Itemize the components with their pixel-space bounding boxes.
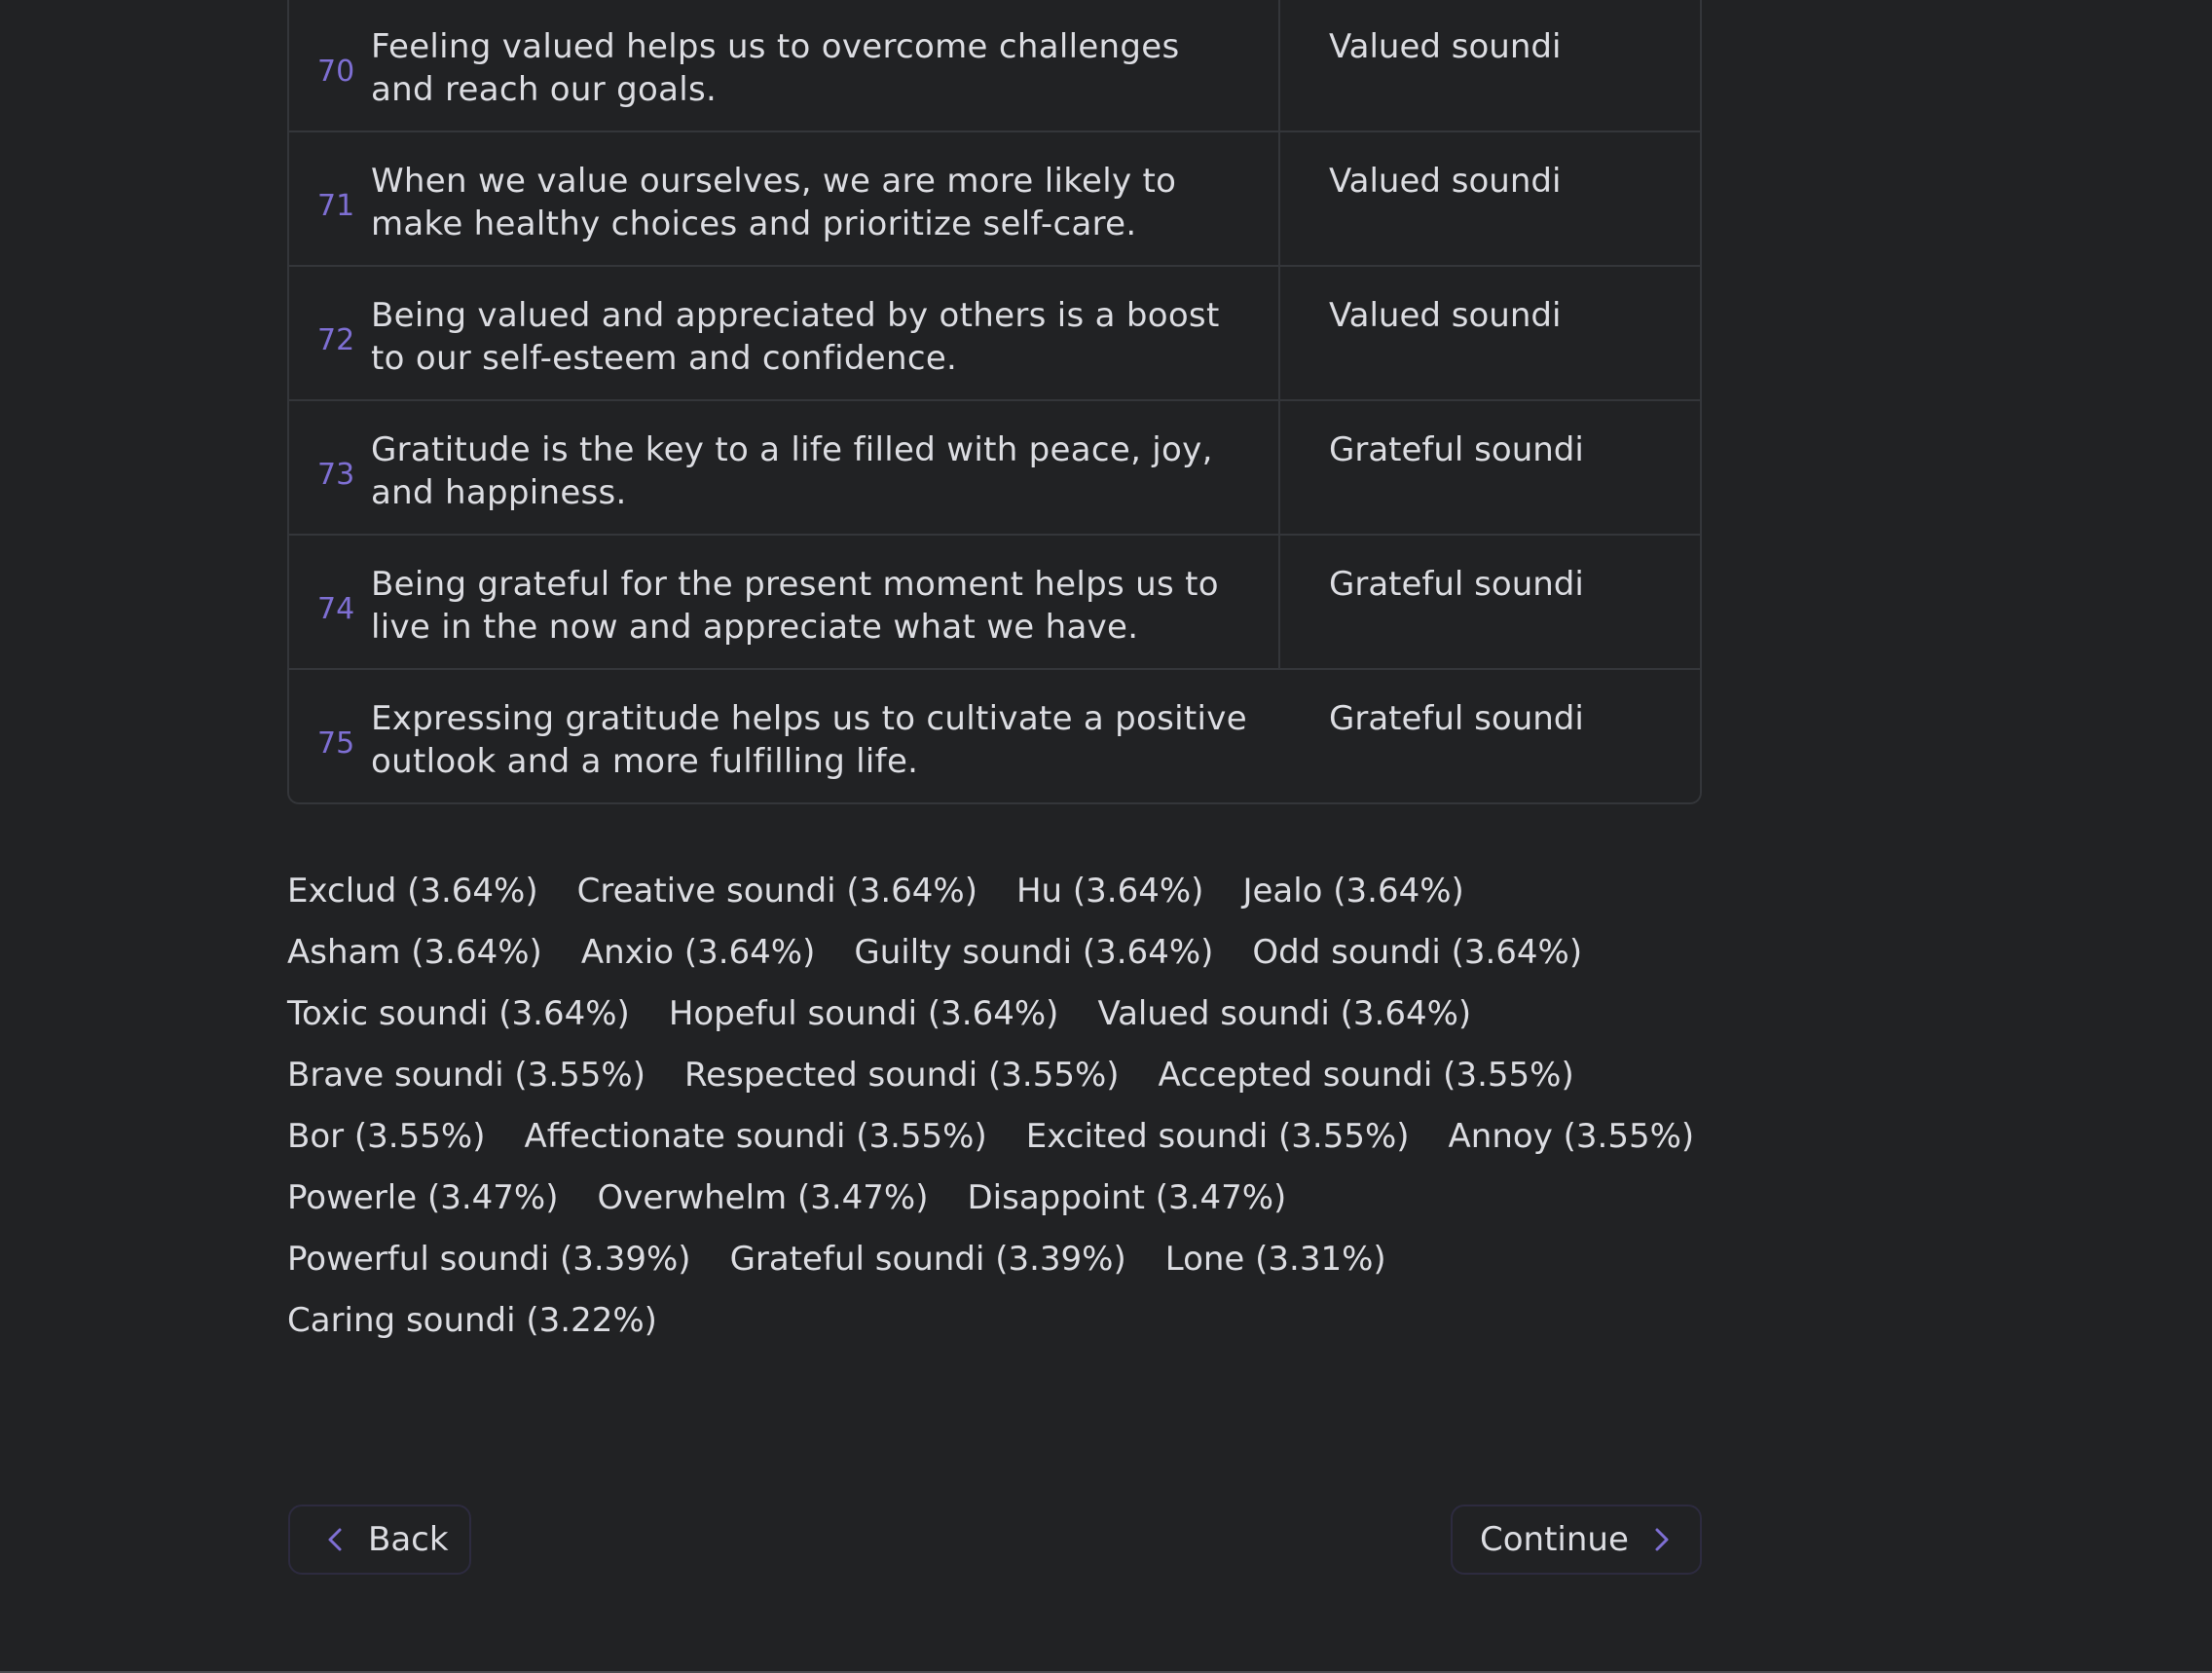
sentence-cell: 74 Being grateful for the present moment … (289, 536, 1280, 668)
label-cell: Grateful soundi (1329, 430, 1584, 469)
label-stat: Creative soundi (3.64%) (576, 872, 977, 911)
label-cell: Valued soundi (1329, 296, 1562, 335)
table-row: 70 Feeling valued helps us to overcome ch… (289, 0, 1700, 130)
label-stat: Caring soundi (3.22%) (287, 1301, 657, 1340)
sentence-text: Feeling valued helps us to overcome chal… (371, 27, 1180, 109)
row-number: 70 (317, 55, 355, 89)
sentence-text: Being valued and appreciated by others i… (371, 296, 1220, 378)
label-stat: Brave soundi (3.55%) (287, 1056, 645, 1095)
sentence-text: Gratitude is the key to a life filled wi… (371, 430, 1213, 512)
label-stat: Exclud (3.64%) (287, 872, 538, 911)
label-stat: Jealo (3.64%) (1242, 872, 1464, 911)
label-stat: Valued soundi (3.64%) (1097, 994, 1472, 1033)
table-row: 75 Expressing gratitude helps us to culti… (289, 668, 1700, 802)
row-number: 74 (317, 592, 355, 626)
label-stat: Hu (3.64%) (1015, 872, 1204, 911)
label-cell: Grateful soundi (1329, 565, 1584, 604)
label-stat: Bor (3.55%) (287, 1117, 486, 1156)
label-stat: Guilty soundi (3.64%) (854, 933, 1214, 972)
continue-button-label: Continue (1480, 1520, 1629, 1559)
continue-button[interactable]: Continue (1451, 1505, 1702, 1575)
stats-line: Toxic soundi (3.64%) Hopeful soundi (3.64… (287, 992, 1748, 1035)
sentences-table: 70 Feeling valued helps us to overcome ch… (287, 0, 1702, 804)
label-stat: Overwhelm (3.47%) (597, 1178, 929, 1217)
label-stat: Powerful soundi (3.39%) (287, 1240, 691, 1279)
label-cell: Valued soundi (1329, 162, 1562, 201)
label-stat: Affectionate soundi (3.55%) (524, 1117, 987, 1156)
sentence-cell: 72 Being valued and appreciated by others… (289, 267, 1280, 399)
label-stat: Annoy (3.55%) (1448, 1117, 1695, 1156)
row-number: 71 (317, 189, 355, 223)
stats-line: Caring soundi (3.22%) (287, 1299, 1748, 1342)
label-stat: Asham (3.64%) (287, 933, 542, 972)
back-button[interactable]: Back (288, 1505, 471, 1575)
stats-line: Powerle (3.47%) Overwhelm (3.47%) Disappoi… (287, 1176, 1748, 1219)
table-row: 72 Being valued and appreciated by others… (289, 265, 1700, 399)
sentence-text: Expressing gratitude helps us to cultiva… (371, 699, 1247, 781)
label-stat: Grateful soundi (3.39%) (729, 1240, 1126, 1279)
chevron-right-icon (1655, 1528, 1669, 1551)
sentence-cell: 70 Feeling valued helps us to overcome ch… (289, 0, 1280, 130)
stats-line: Exclud (3.64%) Creative soundi (3.64%) Hu … (287, 870, 1748, 912)
sentence-text: When we value ourselves, we are more lik… (371, 162, 1177, 243)
label-stat: Anxio (3.64%) (580, 933, 816, 972)
table-row: 74 Being grateful for the present moment … (289, 534, 1700, 668)
label-cell: Grateful soundi (1329, 699, 1584, 738)
stats-line: Powerful soundi (3.39%) Grateful soundi (… (287, 1238, 1748, 1281)
row-number: 73 (317, 458, 355, 492)
label-cell: Valued soundi (1329, 27, 1562, 66)
label-stat: Disappoint (3.47%) (967, 1178, 1287, 1217)
label-stat: Lone (3.31%) (1164, 1240, 1386, 1279)
label-stat: Hopeful soundi (3.64%) (668, 994, 1059, 1033)
sentence-text: Being grateful for the present moment he… (371, 565, 1219, 647)
label-stat: Odd soundi (3.64%) (1252, 933, 1583, 972)
row-number: 75 (317, 726, 355, 761)
sentence-cell: 75 Expressing gratitude helps us to culti… (289, 670, 1280, 802)
sentence-cell: 71 When we value ourselves, we are more l… (289, 132, 1280, 265)
table-row: 73 Gratitude is the key to a life filled … (289, 399, 1700, 534)
stats-line: Bor (3.55%) Affectionate soundi (3.55%) Ex… (287, 1115, 1748, 1158)
stats-line: Asham (3.64%) Anxio (3.64%) Guilty soundi … (287, 931, 1748, 974)
back-button-label: Back (368, 1520, 449, 1559)
label-stat: Toxic soundi (3.64%) (287, 994, 630, 1033)
row-number: 72 (317, 323, 355, 357)
chevron-left-icon (328, 1528, 342, 1551)
label-distribution: Exclud (3.64%) Creative soundi (3.64%) Hu … (287, 870, 1748, 1342)
table-row: 71 When we value ourselves, we are more l… (289, 130, 1700, 265)
page: 70 Feeling valued helps us to overcome ch… (0, 0, 2212, 1673)
label-stat: Respected soundi (3.55%) (683, 1056, 1120, 1095)
label-stat: Powerle (3.47%) (287, 1178, 559, 1217)
sentence-cell: 73 Gratitude is the key to a life filled … (289, 401, 1280, 534)
stats-line: Brave soundi (3.55%) Respected soundi (3.… (287, 1054, 1748, 1097)
label-stat: Excited soundi (3.55%) (1025, 1117, 1410, 1156)
label-stat: Accepted soundi (3.55%) (1158, 1056, 1574, 1095)
